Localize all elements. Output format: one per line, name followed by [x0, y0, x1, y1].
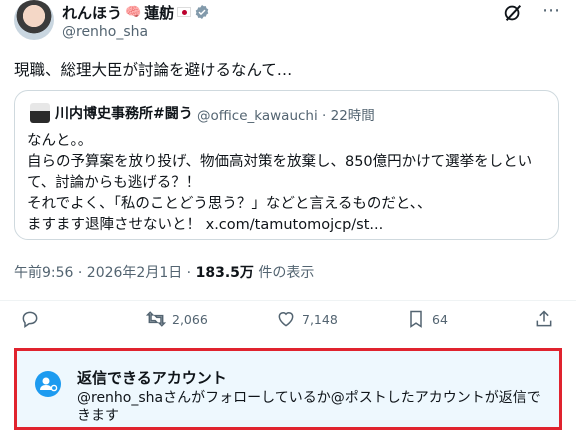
- share-icon: [536, 310, 552, 327]
- post-header: れんほう 🧠 蓮舫 @renho_sha ⋯: [0, 0, 576, 52]
- reply-restriction-title: 返信できるアカウント: [77, 369, 227, 387]
- repost-button[interactable]: 2,066: [146, 309, 208, 329]
- quoted-line: 自らの予算案を放り投げ、物価高対策を放棄し、850億円かけて選挙をしといて、討論…: [27, 154, 533, 191]
- quoted-meta: @office_kawauchi · 22時間: [197, 108, 375, 124]
- verified-badge-icon: [195, 5, 209, 19]
- more-icon[interactable]: ⋯: [540, 2, 562, 24]
- reply-icon: [22, 311, 38, 328]
- reply-restriction-description: @renho_shaさんがフォローしているか@ポストしたアカウントが返信できます: [77, 390, 541, 424]
- author-name-row[interactable]: れんほう 🧠 蓮舫: [62, 2, 210, 22]
- display-name[interactable]: れんほう: [62, 2, 122, 23]
- reply-restriction-box: 返信できるアカウント @renho_shaさんがフォローしているか@ポストしたア…: [14, 348, 562, 430]
- repost-count: 2,066: [172, 311, 208, 327]
- like-count: 7,148: [302, 311, 338, 327]
- views-count: 183.5万: [195, 265, 254, 281]
- bookmark-icon: [410, 310, 422, 328]
- quoted-line: なんと。。: [27, 133, 93, 149]
- like-button[interactable]: 7,148: [276, 309, 338, 329]
- quoted-line: ますます退陣させないと！ x.com/tamutomojcp/st...: [27, 217, 384, 233]
- quoted-body: なんと。。 自らの予算案を放り投げ、物価高対策を放棄し、850億円かけて選挙をし…: [27, 131, 552, 236]
- timestamp[interactable]: 午前9:56 · 2026年2月1日 ·: [14, 265, 196, 281]
- grok-icon[interactable]: [502, 2, 524, 24]
- post-text: 現職、総理大臣が討論を避けるなんて…: [14, 61, 293, 79]
- quoted-post[interactable]: 川内博史事務所#闘う @office_kawauchi · 22時間 なんと。。…: [14, 90, 559, 240]
- avatar[interactable]: [14, 0, 54, 40]
- timestamp-row: 午前9:56 · 2026年2月1日 · 183.5万 件の表示: [14, 262, 314, 282]
- action-bar: 2,066 7,148 64: [0, 300, 576, 336]
- reply-button[interactable]: [20, 309, 46, 329]
- brain-emoji: 🧠: [125, 4, 142, 20]
- japan-flag-icon: [177, 7, 192, 17]
- bookmark-count: 64: [432, 311, 448, 327]
- author-handle[interactable]: @renho_sha: [62, 24, 148, 40]
- display-name-2[interactable]: 蓮舫: [144, 2, 174, 23]
- quoted-avatar[interactable]: [30, 103, 50, 123]
- bookmark-button[interactable]: 64: [406, 309, 448, 329]
- share-button[interactable]: [534, 309, 554, 329]
- repost-icon: [146, 311, 166, 327]
- quoted-display-name[interactable]: 川内博史事務所#闘う: [55, 103, 193, 123]
- views-label: 件の表示: [253, 265, 315, 281]
- quoted-line: それでよく、「私のことどう思う？」などと言えるものだと、、: [27, 196, 432, 212]
- user-at-icon: [35, 371, 61, 397]
- heart-icon: [278, 312, 294, 327]
